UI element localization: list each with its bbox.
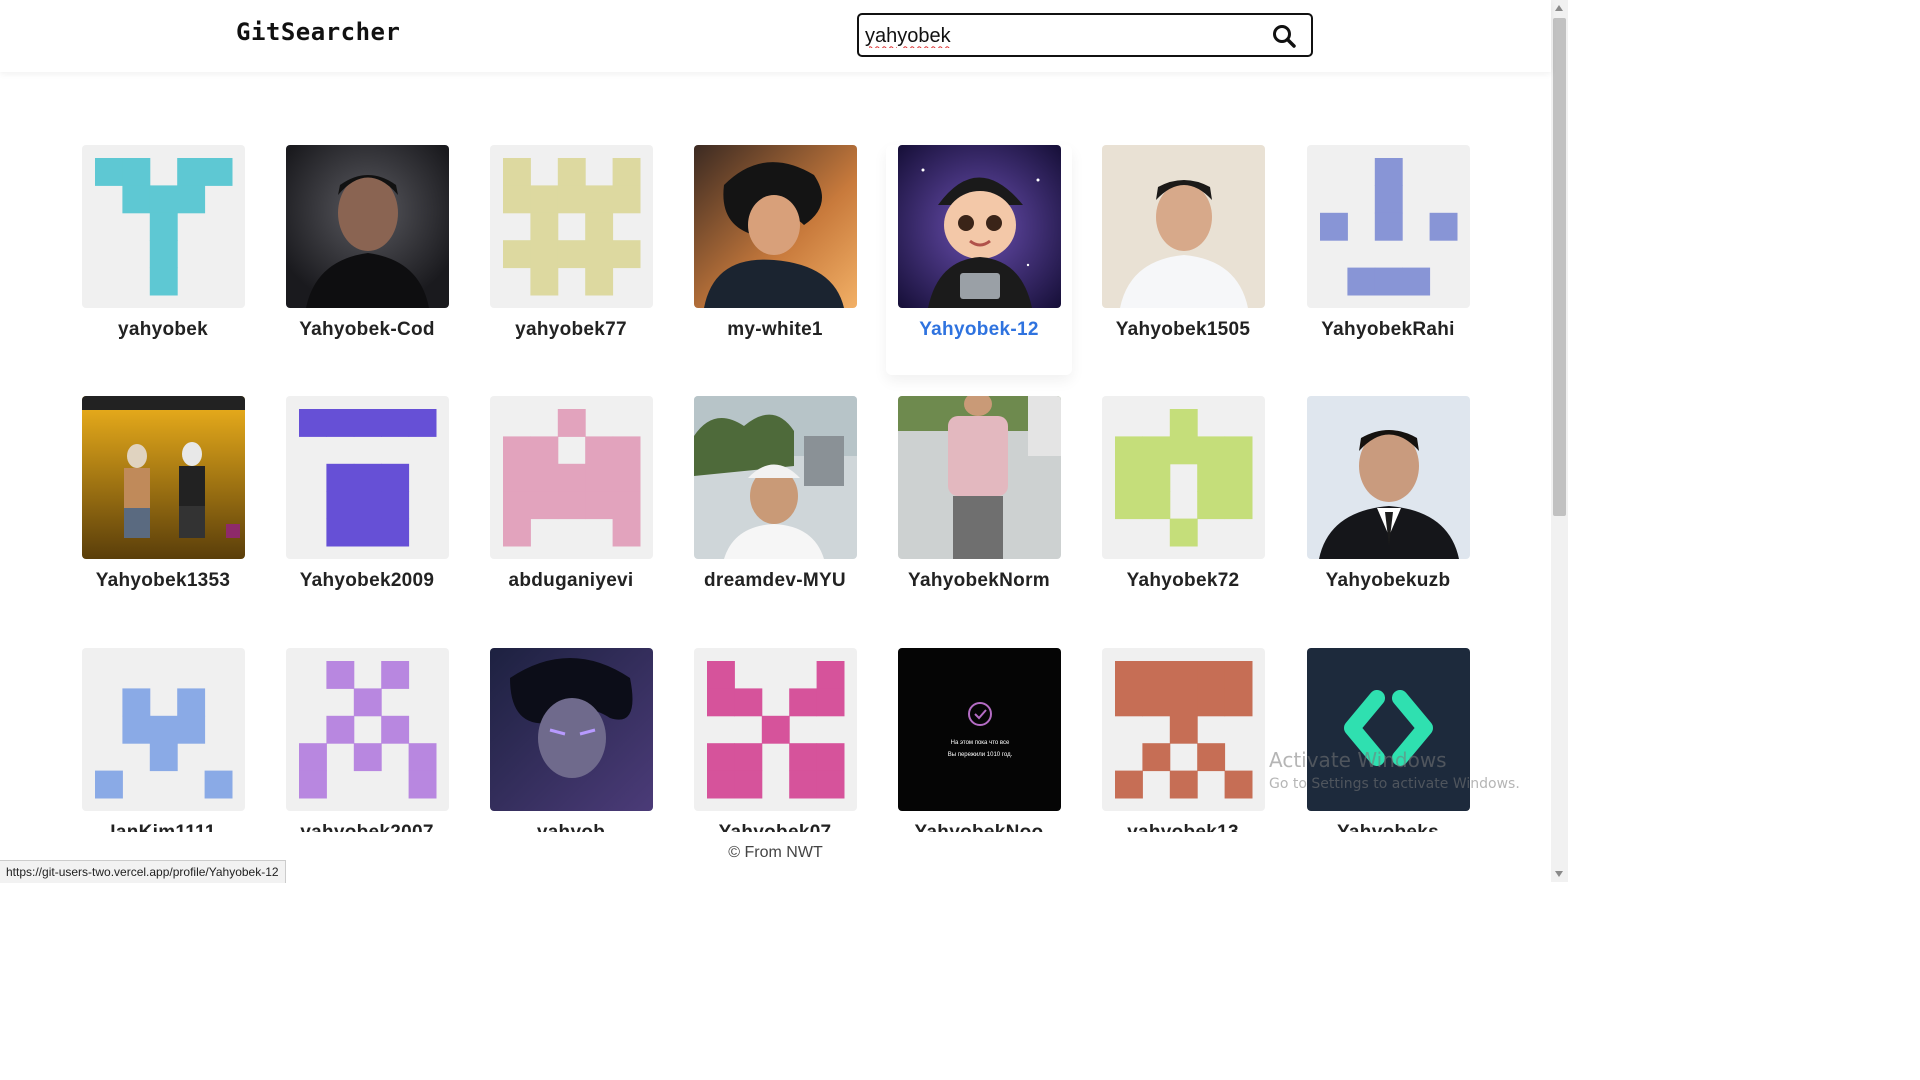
user-avatar[interactable]: На этом пока что все Вы пережили 1010 го… xyxy=(898,648,1061,811)
user-avatar[interactable] xyxy=(286,648,449,811)
user-avatar[interactable] xyxy=(694,396,857,559)
user-card[interactable]: Yahyobek07 xyxy=(682,648,868,832)
user-avatar[interactable] xyxy=(286,396,449,559)
user-login[interactable]: Yahyobek-12 xyxy=(886,319,1072,341)
user-card[interactable]: На этом пока что все Вы пережили 1010 го… xyxy=(886,648,1072,832)
user-card[interactable]: Yahyobek-Cod xyxy=(274,145,460,375)
user-card[interactable]: Yahyobekuzb xyxy=(1295,396,1481,626)
user-card[interactable]: my-white1 xyxy=(682,145,868,375)
user-login[interactable]: YahyobekRahi xyxy=(1295,319,1481,341)
watermark-subtitle: Go to Settings to activate Windows. xyxy=(1269,776,1520,792)
user-login[interactable]: yahyobek13 xyxy=(1090,822,1276,832)
user-avatar[interactable] xyxy=(1102,396,1265,559)
user-login[interactable]: yahyobek77 xyxy=(478,319,664,341)
app-logo[interactable]: GitSearcher xyxy=(236,18,400,46)
user-avatar[interactable] xyxy=(82,145,245,308)
search-icon[interactable] xyxy=(1271,23,1297,49)
user-card[interactable]: YahyobekRahi xyxy=(1295,145,1481,375)
user-login[interactable]: Yahyobek1505 xyxy=(1090,319,1276,341)
user-login[interactable]: Yahyobek72 xyxy=(1090,570,1276,592)
user-avatar[interactable] xyxy=(898,396,1061,559)
black-check-line1: На этом пока что все xyxy=(951,740,1010,746)
user-login[interactable]: yahyobek2007 xyxy=(274,822,460,832)
search-box xyxy=(857,13,1313,57)
user-card[interactable]: yahyobek77 xyxy=(478,145,664,375)
search-input[interactable] xyxy=(863,21,1257,51)
user-avatar[interactable] xyxy=(1102,648,1265,811)
user-login[interactable]: Yahyobeks xyxy=(1295,822,1481,832)
user-login[interactable]: Yahyobek2009 xyxy=(274,570,460,592)
user-login[interactable]: IanKim1111 xyxy=(70,822,256,832)
user-login[interactable]: Yahyobek07 xyxy=(682,822,868,832)
user-card[interactable]: yahyobek13 xyxy=(1090,648,1276,832)
user-card[interactable]: yahyobek2007 xyxy=(274,648,460,832)
black-check-line2: Вы пережили 1010 год. xyxy=(948,752,1013,758)
user-avatar[interactable] xyxy=(490,396,653,559)
user-avatar[interactable] xyxy=(286,145,449,308)
user-avatar[interactable] xyxy=(1307,145,1470,308)
user-avatar[interactable] xyxy=(898,145,1061,308)
user-card[interactable]: yahyob xyxy=(478,648,664,832)
user-avatar[interactable] xyxy=(694,145,857,308)
user-login[interactable]: YahyobekNorm xyxy=(886,570,1072,592)
page-scrollbar[interactable] xyxy=(1551,0,1568,882)
user-login[interactable]: dreamdev-MYU xyxy=(682,570,868,592)
user-card[interactable]: Yahyobek-12 xyxy=(886,145,1072,375)
user-login[interactable]: yahyobek xyxy=(70,319,256,341)
user-card[interactable]: IanKim1111 xyxy=(70,648,256,832)
user-card[interactable]: YahyobekNorm xyxy=(886,396,1072,626)
scroll-up-arrow[interactable] xyxy=(1555,5,1563,11)
user-avatar[interactable] xyxy=(490,648,653,811)
scroll-down-arrow[interactable] xyxy=(1555,871,1563,877)
user-login[interactable]: Yahyobekuzb xyxy=(1295,570,1481,592)
user-avatar[interactable] xyxy=(82,648,245,811)
scroll-thumb[interactable] xyxy=(1553,18,1566,516)
user-avatar[interactable] xyxy=(1102,145,1265,308)
user-avatar[interactable] xyxy=(490,145,653,308)
user-card[interactable]: dreamdev-MYU xyxy=(682,396,868,626)
users-grid: yahyobek Yahyobek-Cod yahyobek77 my-white… xyxy=(0,72,1551,832)
user-card[interactable]: Yahyobek1353 xyxy=(70,396,256,626)
user-avatar[interactable] xyxy=(694,648,857,811)
user-avatar[interactable] xyxy=(82,396,245,559)
user-login[interactable]: my-white1 xyxy=(682,319,868,341)
user-login[interactable]: Yahyobek1353 xyxy=(70,570,256,592)
user-avatar[interactable] xyxy=(1307,396,1470,559)
user-card[interactable]: abduganiyevi xyxy=(478,396,664,626)
top-navbar: GitSearcher xyxy=(0,0,1551,72)
user-card[interactable]: Yahyobek1505 xyxy=(1090,145,1276,375)
windows-activation-watermark: Activate Windows Go to Settings to activ… xyxy=(1269,748,1520,792)
user-login[interactable]: abduganiyevi xyxy=(478,570,664,592)
watermark-title: Activate Windows xyxy=(1269,748,1447,772)
link-status-bar: https://git-users-two.vercel.app/profile… xyxy=(0,860,286,883)
user-card[interactable]: Yahyobek72 xyxy=(1090,396,1276,626)
user-card[interactable]: Yahyobek2009 xyxy=(274,396,460,626)
user-card[interactable]: Yahyobeks xyxy=(1295,648,1481,832)
user-login[interactable]: Yahyobek-Cod xyxy=(274,319,460,341)
user-login[interactable]: YahyobekNoo xyxy=(886,822,1072,832)
user-login[interactable]: yahyob xyxy=(478,822,664,832)
user-card[interactable]: yahyobek xyxy=(70,145,256,375)
